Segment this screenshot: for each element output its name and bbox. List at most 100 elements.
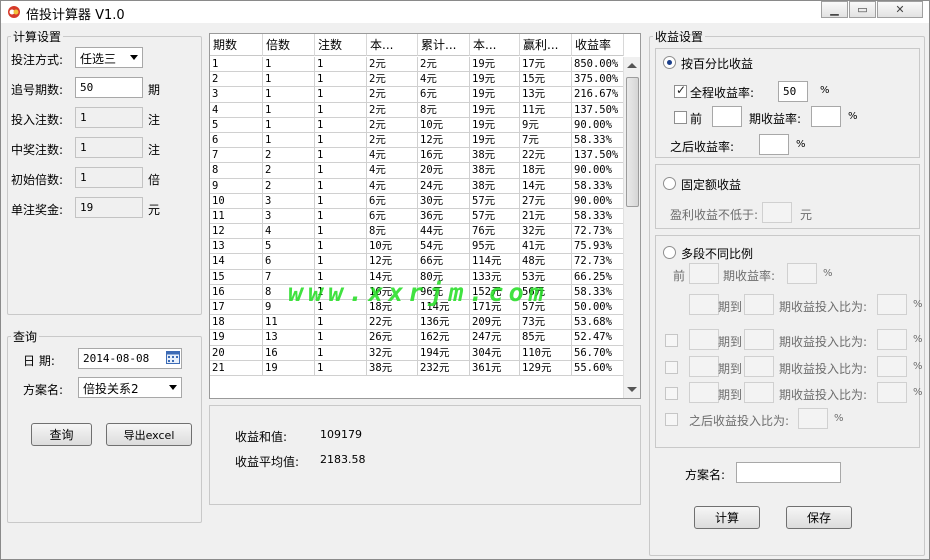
table-cell[interactable]: 12: [210, 224, 263, 240]
table-cell[interactable]: 72.73%: [572, 254, 624, 270]
table-cell[interactable]: 13: [263, 330, 315, 346]
table-row[interactable]: 3 1 1 2元 6元 19元 13元 216.67%: [210, 87, 624, 103]
table-cell[interactable]: 2: [263, 163, 315, 179]
table-cell[interactable]: 76元: [470, 224, 520, 240]
table-cell[interactable]: 4元: [367, 148, 418, 164]
table-cell[interactable]: 58.33%: [572, 284, 624, 300]
prize-input[interactable]: 19: [75, 197, 143, 218]
table-cell[interactable]: 20: [210, 345, 263, 361]
multi-radio[interactable]: [663, 246, 676, 259]
table-cell[interactable]: 375.00%: [572, 72, 624, 88]
table-cell[interactable]: 129元: [520, 360, 572, 376]
table-cell[interactable]: 12元: [418, 132, 470, 149]
table-cell[interactable]: 90.00%: [572, 193, 624, 209]
scroll-up-icon[interactable]: [627, 63, 637, 68]
table-cell[interactable]: 18: [210, 315, 263, 331]
table-cell[interactable]: 6: [263, 254, 315, 270]
segment-3-ratio-input[interactable]: [877, 356, 907, 377]
table-cell[interactable]: 66元: [418, 254, 470, 270]
table-cell[interactable]: 17元: [520, 57, 572, 73]
results-table[interactable]: 期数 倍数 注数 本... 累计... 本... 赢利... 收益率 1 1 1 2元…: [209, 33, 641, 399]
after-rate-input[interactable]: [759, 134, 789, 155]
table-cell[interactable]: 1: [315, 224, 367, 240]
table-cell[interactable]: 850.00%: [572, 57, 624, 73]
table-cell[interactable]: 90.00%: [572, 163, 624, 179]
table-cell[interactable]: 38元: [367, 360, 418, 376]
table-cell[interactable]: 73元: [520, 315, 572, 331]
table-cell[interactable]: 110元: [520, 345, 572, 361]
multi-front-periods-input[interactable]: [689, 263, 719, 284]
table-row[interactable]: 9 2 1 4元 24元 38元 14元 58.33%: [210, 178, 624, 194]
table-cell[interactable]: 209元: [470, 315, 520, 331]
percent-radio-label[interactable]: 按百分比收益: [681, 55, 753, 72]
bet-mode-select[interactable]: 任选三: [75, 47, 143, 68]
table-cell[interactable]: 137.50%: [572, 102, 624, 118]
table-cell[interactable]: 2元: [367, 57, 418, 73]
table-cell[interactable]: 14元: [520, 178, 572, 194]
table-cell[interactable]: 11: [210, 208, 263, 225]
column-header[interactable]: 本...: [367, 34, 418, 56]
table-row[interactable]: 11 3 1 6元 36元 57元 21元 58.33%: [210, 208, 624, 225]
table-cell[interactable]: 16: [210, 284, 263, 300]
bet-count-input[interactable]: 1: [75, 107, 143, 128]
after-ratio-checkbox[interactable]: [665, 413, 678, 426]
table-cell[interactable]: 15: [210, 269, 263, 285]
table-cell[interactable]: 1: [315, 148, 367, 164]
table-cell[interactable]: 22元: [367, 315, 418, 331]
table-cell[interactable]: 27元: [520, 193, 572, 209]
table-cell[interactable]: 11元: [520, 102, 572, 118]
column-header[interactable]: 注数: [315, 34, 367, 56]
table-cell[interactable]: 10元: [418, 117, 470, 133]
table-cell[interactable]: 58.33%: [572, 208, 624, 225]
table-cell[interactable]: 216.67%: [572, 87, 624, 103]
table-row[interactable]: 10 3 1 6元 30元 57元 27元 90.00%: [210, 193, 624, 209]
table-cell[interactable]: 10元: [367, 239, 418, 255]
segment-1-end-input[interactable]: [744, 294, 774, 315]
table-cell[interactable]: 21: [210, 360, 263, 376]
table-cell[interactable]: 1: [263, 72, 315, 88]
table-cell[interactable]: 304元: [470, 345, 520, 361]
table-cell[interactable]: 1: [315, 163, 367, 179]
table-cell[interactable]: 38元: [470, 148, 520, 164]
table-cell[interactable]: 30元: [418, 193, 470, 209]
table-cell[interactable]: 6元: [367, 193, 418, 209]
table-cell[interactable]: 10: [210, 193, 263, 209]
table-cell[interactable]: 8元: [367, 224, 418, 240]
table-cell[interactable]: 7元: [520, 132, 572, 149]
table-cell[interactable]: 6元: [367, 208, 418, 225]
table-cell[interactable]: 38元: [470, 163, 520, 179]
segment-4-checkbox[interactable]: [665, 387, 678, 400]
table-cell[interactable]: 9: [210, 178, 263, 194]
table-cell[interactable]: 2元: [367, 132, 418, 149]
front-rate-input[interactable]: [811, 106, 841, 127]
table-scrollbar[interactable]: [623, 57, 640, 398]
table-row[interactable]: 6 1 1 2元 12元 19元 7元 58.33%: [210, 132, 624, 149]
min-profit-input[interactable]: [762, 202, 792, 223]
segment-2-end-input[interactable]: [744, 329, 774, 350]
table-cell[interactable]: 11: [263, 315, 315, 331]
table-cell[interactable]: 19元: [470, 117, 520, 133]
table-cell[interactable]: 1: [315, 239, 367, 255]
table-cell[interactable]: 4元: [367, 163, 418, 179]
table-cell[interactable]: 361元: [470, 360, 520, 376]
table-cell[interactable]: 19: [263, 360, 315, 376]
table-row[interactable]: 14 6 1 12元 66元 114元 48元 72.73%: [210, 254, 624, 270]
table-cell[interactable]: 19元: [470, 102, 520, 118]
table-cell[interactable]: 4元: [418, 72, 470, 88]
table-cell[interactable]: 20元: [418, 163, 470, 179]
table-row[interactable]: 13 5 1 10元 54元 95元 41元 75.93%: [210, 239, 624, 255]
init-multiple-input[interactable]: 1: [75, 167, 143, 188]
table-cell[interactable]: 2: [263, 148, 315, 164]
table-cell[interactable]: 21元: [520, 208, 572, 225]
table-cell[interactable]: 1: [263, 87, 315, 103]
table-cell[interactable]: 55.60%: [572, 360, 624, 376]
table-cell[interactable]: 90.00%: [572, 117, 624, 133]
table-cell[interactable]: 1: [315, 72, 367, 88]
plan-name-input[interactable]: [736, 462, 841, 483]
export-excel-button[interactable]: 导出excel: [106, 423, 192, 446]
table-cell[interactable]: 1: [315, 208, 367, 225]
table-row[interactable]: 8 2 1 4元 20元 38元 18元 90.00%: [210, 163, 624, 179]
table-cell[interactable]: 58.33%: [572, 178, 624, 194]
table-cell[interactable]: 38元: [470, 178, 520, 194]
table-cell[interactable]: 16元: [418, 148, 470, 164]
